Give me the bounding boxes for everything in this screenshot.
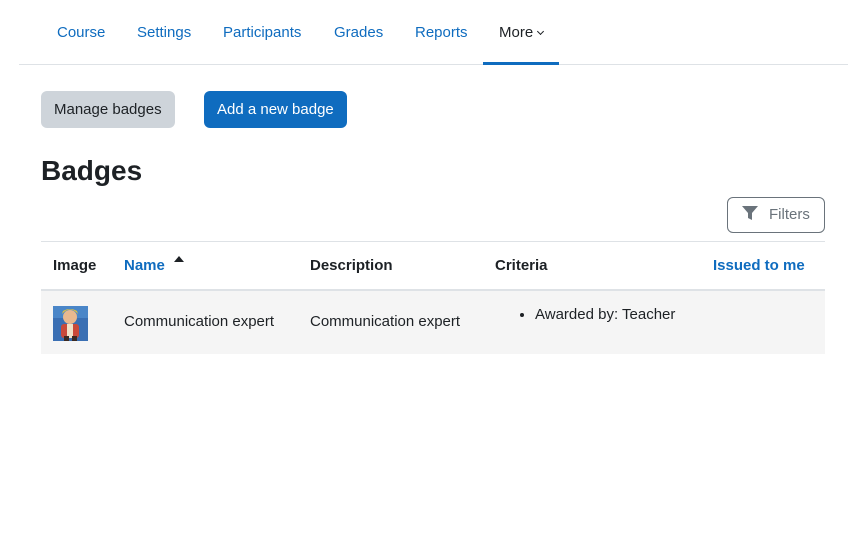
nav-tab-reports[interactable]: Reports [415, 0, 468, 65]
nav-tab-settings[interactable]: Settings [137, 0, 191, 65]
column-header-name[interactable]: Name [124, 242, 184, 289]
page-title: Badges [41, 155, 143, 186]
nav-tab-more-label: More [499, 24, 534, 41]
sort-ascending-icon [173, 256, 184, 262]
criteria-item: Awarded by: Teacher [535, 306, 675, 323]
column-header-issued-to-me[interactable]: Issued to me [713, 242, 805, 289]
badges-table: Image Name Description Criteria Issued t… [41, 241, 825, 354]
manage-badges-button[interactable]: Manage badges [41, 91, 175, 128]
table-header: Image Name Description Criteria Issued t… [41, 241, 825, 291]
secondary-navigation: Course Settings Participants Grades Repo… [19, 0, 848, 65]
badge-name[interactable]: Communication expert [124, 313, 274, 330]
badge-image[interactable] [53, 306, 88, 341]
column-header-criteria: Criteria [495, 257, 548, 274]
filters-label: Filters [769, 206, 810, 223]
nav-tab-course[interactable]: Course [57, 0, 105, 65]
filters-button[interactable]: Filters [727, 197, 825, 233]
column-header-description: Description [310, 257, 393, 274]
chevron-down-icon [537, 27, 545, 36]
nav-tab-participants[interactable]: Participants [223, 0, 301, 65]
nav-tab-more[interactable]: More [483, 0, 560, 65]
add-new-badge-button[interactable]: Add a new badge [204, 91, 347, 128]
badge-description: Communication expert [310, 313, 461, 330]
table-row: Communication expert Communication exper… [41, 291, 825, 354]
filter-icon [742, 206, 758, 220]
badge-criteria-list: Awarded by: Teacher [495, 306, 675, 323]
column-header-name-label: Name [124, 257, 165, 274]
column-header-image: Image [53, 257, 97, 274]
nav-tab-grades[interactable]: Grades [334, 0, 383, 65]
